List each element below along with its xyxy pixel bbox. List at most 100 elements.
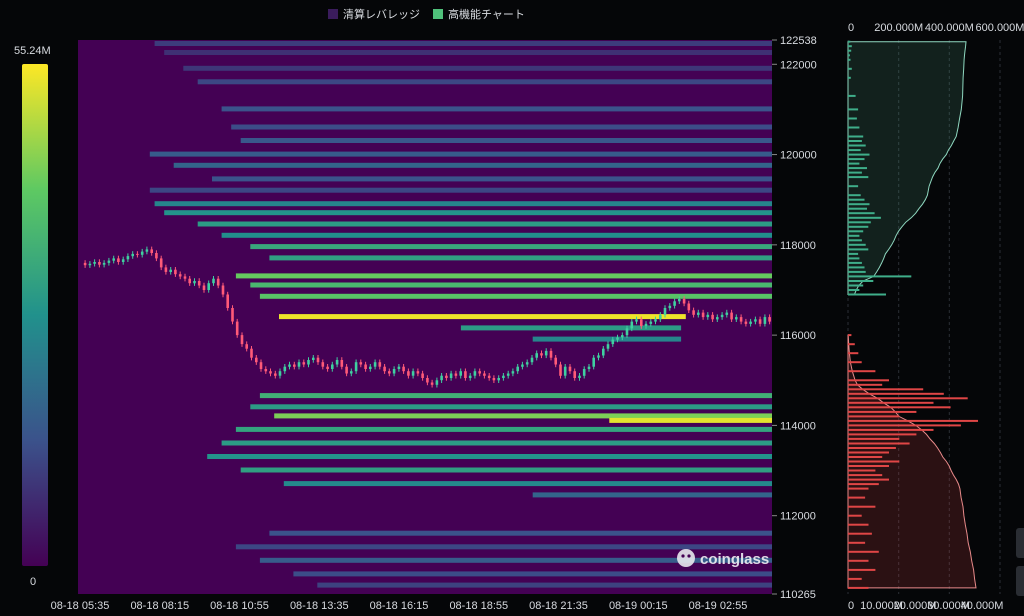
long-liquidation-bar bbox=[848, 383, 883, 386]
candle-body bbox=[126, 256, 130, 260]
short-liquidation-bar bbox=[848, 117, 857, 120]
liquidation-band bbox=[149, 187, 773, 193]
short-liquidation-bar bbox=[848, 144, 866, 147]
colorbar-min-label: 0 bbox=[30, 576, 36, 588]
candle-body bbox=[668, 305, 672, 309]
profile-top-tick-label: 0 bbox=[848, 22, 854, 34]
short-liquidation-bar bbox=[848, 293, 886, 296]
candle-body bbox=[131, 253, 134, 257]
candle-body bbox=[259, 362, 263, 369]
short-liquidation-bar bbox=[848, 126, 860, 129]
heatmap-plot[interactable] bbox=[78, 40, 773, 594]
liquidation-band bbox=[221, 232, 773, 238]
long-liquidation-bar bbox=[848, 460, 900, 463]
legend-label-advanced-chart[interactable]: 高機能チャート bbox=[448, 7, 525, 21]
candle-body bbox=[611, 339, 615, 345]
candle-body bbox=[388, 371, 391, 374]
liquidation-band bbox=[259, 293, 772, 299]
candle-body bbox=[88, 263, 92, 266]
price-axis: 122538 122000 120000 118000 116000 114000 1120… bbox=[772, 35, 817, 601]
liquidation-band bbox=[164, 210, 772, 216]
short-liquidation-bar bbox=[848, 76, 851, 79]
long-liquidation-bar bbox=[848, 334, 852, 337]
candle-body bbox=[449, 373, 453, 378]
candle-body bbox=[312, 357, 315, 360]
candle-body bbox=[164, 267, 168, 272]
side-panel-handle-bottom[interactable] bbox=[1016, 566, 1024, 596]
long-liquidation-bar bbox=[848, 496, 866, 499]
liquidation-band bbox=[183, 65, 773, 71]
liquidation-band bbox=[259, 393, 772, 399]
short-liquidation-bar bbox=[848, 40, 851, 43]
short-liquidation-bar bbox=[848, 289, 860, 291]
liquidation-band bbox=[532, 336, 682, 342]
coinglass-logo-icon bbox=[677, 549, 695, 567]
liquidation-band bbox=[259, 557, 772, 563]
liquidation-band bbox=[250, 282, 773, 288]
price-tick-label: 110265 bbox=[780, 589, 816, 601]
candle-body bbox=[578, 375, 581, 378]
candle-body bbox=[169, 269, 172, 272]
short-liquidation-bar bbox=[848, 216, 881, 219]
candle-body bbox=[616, 337, 619, 340]
candle-body bbox=[768, 317, 771, 322]
short-liquidation-bar bbox=[848, 153, 870, 156]
liquidation-band bbox=[274, 413, 772, 419]
short-liquidation-bar bbox=[848, 194, 861, 197]
long-liquidation-bar bbox=[848, 478, 889, 481]
candle-body bbox=[269, 371, 272, 374]
legend-label-liquidation[interactable]: 清算レバレッジ bbox=[343, 7, 420, 21]
liquidation-band bbox=[207, 454, 772, 459]
short-liquidation-bar bbox=[848, 275, 912, 278]
long-liquidation-bar bbox=[848, 523, 869, 526]
candle-body bbox=[216, 278, 220, 286]
time-tick-label: 08-19 02:55 bbox=[689, 600, 748, 612]
legend[interactable]: 清算レバレッジ 高機能チャート bbox=[328, 7, 525, 21]
candle-body bbox=[340, 360, 344, 367]
candle-body bbox=[416, 371, 420, 374]
short-liquidation-bar bbox=[848, 198, 865, 201]
candle-body bbox=[207, 283, 210, 290]
candle-body bbox=[530, 357, 534, 363]
liquidation-band bbox=[269, 255, 772, 261]
candle-body bbox=[540, 353, 543, 356]
price-tick-label: 112000 bbox=[780, 511, 816, 523]
candle-body bbox=[435, 380, 439, 385]
profile-top-tick-label: 200.000M bbox=[874, 22, 923, 34]
long-liquidation-bar bbox=[848, 401, 934, 404]
candle-body bbox=[392, 369, 396, 374]
long-liquidation-bar bbox=[848, 424, 961, 427]
candle-body bbox=[350, 371, 353, 374]
time-axis: 08-18 05:35 08-18 08:15 08-18 10:55 08-18 1… bbox=[51, 600, 748, 612]
candle-body bbox=[544, 350, 548, 356]
coinglass-logo-eye-left bbox=[681, 554, 685, 558]
candle-body bbox=[621, 335, 624, 338]
long-liquidation-bar bbox=[848, 428, 934, 431]
short-liquidation-bar bbox=[848, 58, 851, 61]
candle-body bbox=[321, 362, 325, 367]
candle-body bbox=[345, 366, 348, 374]
candle-body bbox=[245, 344, 248, 349]
side-panel-handle-top[interactable] bbox=[1016, 528, 1024, 558]
price-tick-label: 122000 bbox=[780, 59, 817, 71]
long-liquidation-bar bbox=[848, 388, 924, 391]
long-liquidation-bar bbox=[848, 487, 869, 490]
short-liquidation-bar bbox=[848, 221, 871, 224]
candle-body bbox=[535, 353, 538, 358]
candle-body bbox=[735, 317, 738, 320]
candle-body bbox=[383, 366, 386, 372]
candle-body bbox=[255, 357, 258, 363]
candle-body bbox=[421, 373, 424, 378]
candle-body bbox=[278, 371, 282, 376]
candle-body bbox=[212, 278, 215, 284]
candle-body bbox=[373, 362, 377, 367]
liquidation-band bbox=[250, 244, 773, 250]
candle-body bbox=[107, 260, 111, 263]
candle-body bbox=[378, 362, 382, 367]
long-liquidation-bar bbox=[848, 568, 876, 571]
candle-body bbox=[402, 366, 405, 372]
long-liquidation-bar bbox=[848, 433, 917, 436]
candle-body bbox=[231, 308, 234, 322]
candle-body bbox=[592, 357, 595, 367]
liquidation-band bbox=[235, 544, 772, 550]
